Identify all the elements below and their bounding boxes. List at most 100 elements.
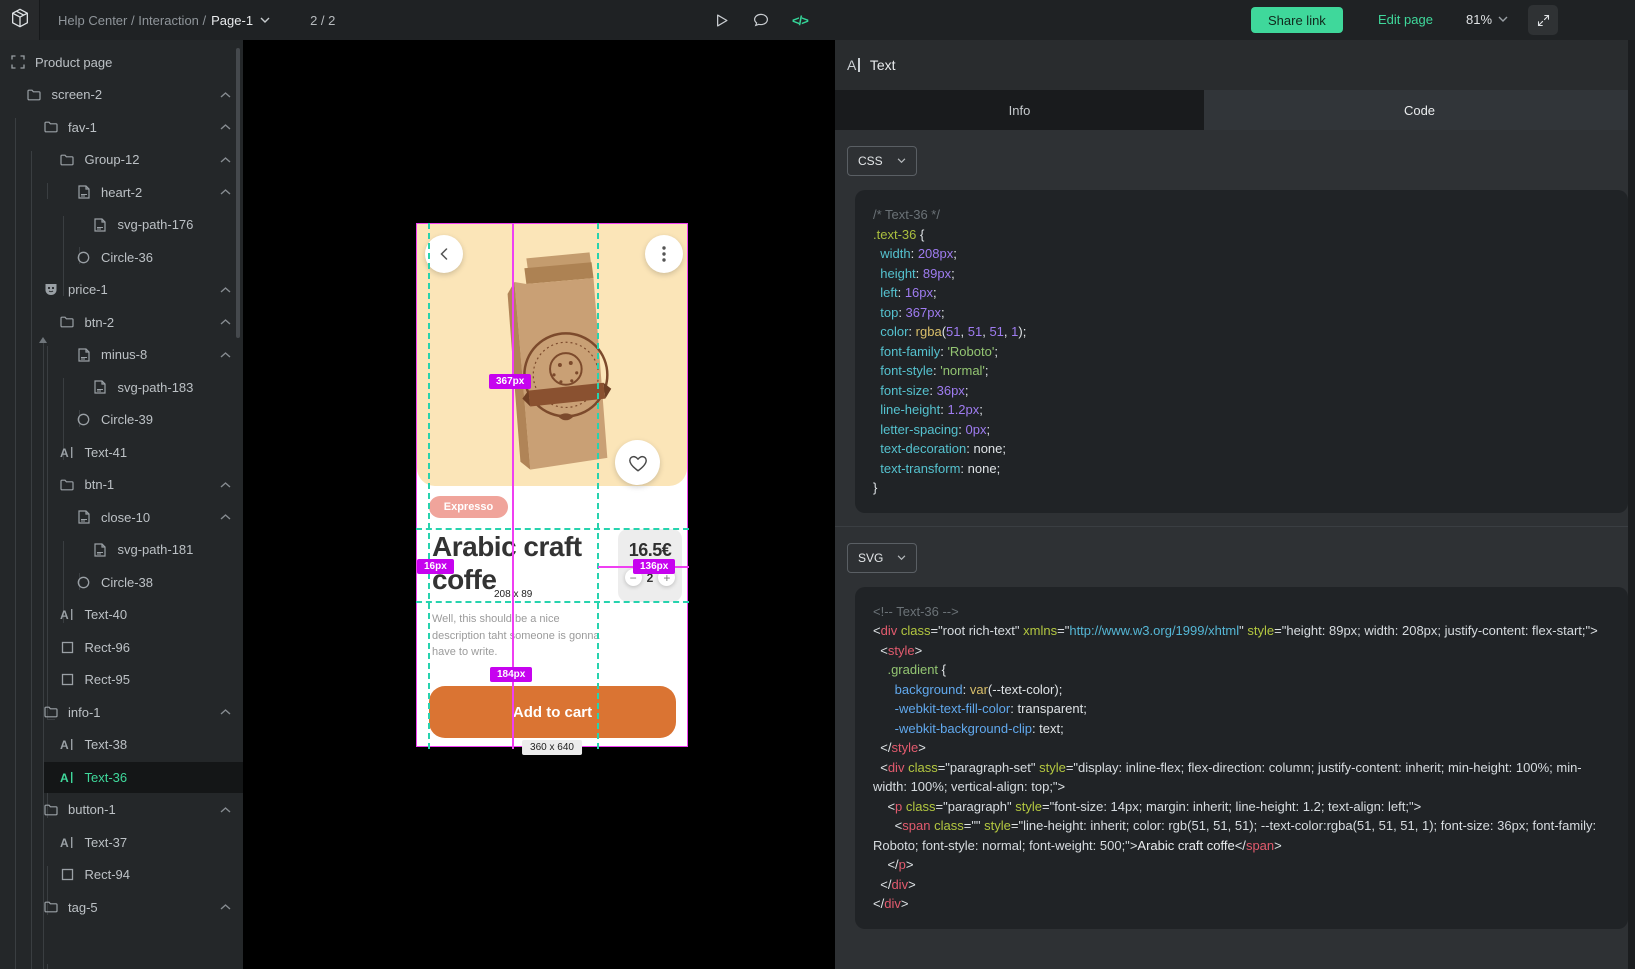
folder-layer-icon bbox=[43, 802, 58, 817]
breadcrumb-current-page: Page-1 bbox=[211, 13, 253, 28]
toolbar-icons: </> bbox=[713, 0, 808, 40]
frame-layer-icon bbox=[10, 55, 25, 70]
rect-layer-icon bbox=[60, 867, 75, 882]
code-line: left: 16px; bbox=[873, 283, 1610, 303]
circle-layer-icon bbox=[76, 575, 91, 590]
layer-item-Product page[interactable]: Product page bbox=[0, 46, 243, 79]
layer-item-button-1[interactable]: button-1 bbox=[0, 794, 243, 827]
svgfile-layer-icon bbox=[93, 380, 108, 395]
layer-item-screen-2[interactable]: screen-2 bbox=[0, 79, 243, 112]
chevron-up-icon[interactable] bbox=[220, 481, 231, 488]
svg-text:A: A bbox=[60, 446, 69, 459]
text-layer-icon: A bbox=[847, 57, 860, 73]
chevron-up-icon[interactable] bbox=[220, 904, 231, 911]
section-divider bbox=[835, 526, 1635, 527]
chevron-up-icon[interactable] bbox=[220, 319, 231, 326]
layer-item-Text-36[interactable]: AText-36 bbox=[0, 761, 243, 794]
design-canvas[interactable]: Expresso Arabic craft coffe 208 x 89 16.… bbox=[243, 40, 835, 969]
layer-label: Text-41 bbox=[85, 445, 128, 460]
tab-code[interactable]: Code bbox=[1204, 90, 1635, 130]
favorite-button[interactable] bbox=[615, 440, 660, 485]
code-line: </style> bbox=[873, 738, 1610, 758]
sidebar-scrollbar[interactable] bbox=[236, 48, 240, 338]
layer-item-Text-41[interactable]: A Text-41 bbox=[0, 436, 243, 469]
code-line: <style> bbox=[873, 641, 1610, 661]
kebab-menu-icon bbox=[662, 246, 666, 262]
chevron-up-icon[interactable] bbox=[220, 124, 231, 131]
chevron-up-icon[interactable] bbox=[220, 91, 231, 98]
more-menu-button[interactable] bbox=[645, 235, 683, 273]
code-line: height: 89px; bbox=[873, 264, 1610, 284]
measure-label-top: 367px bbox=[489, 374, 531, 389]
chevron-up-icon[interactable] bbox=[220, 156, 231, 163]
chevron-left-icon bbox=[439, 246, 449, 262]
product-tag-badge[interactable]: Expresso bbox=[429, 496, 508, 518]
fullscreen-button[interactable] bbox=[1528, 5, 1558, 35]
layer-item-Text-37[interactable]: AText-37 bbox=[0, 826, 243, 859]
svgfile-layer-icon bbox=[93, 217, 108, 232]
layer-item-svg-path-176[interactable]: svg-path-176 bbox=[0, 209, 243, 242]
chevron-up-icon[interactable] bbox=[220, 514, 231, 521]
layer-item-Rect-96[interactable]: Rect-96 bbox=[0, 631, 243, 664]
layer-item-Circle-39[interactable]: Circle-39 bbox=[0, 404, 243, 437]
layer-item-tag-5[interactable]: tag-5 bbox=[0, 891, 243, 924]
layer-item-Rect-94[interactable]: Rect-94 bbox=[0, 859, 243, 892]
circle-layer-icon bbox=[76, 250, 91, 265]
zoom-level-control[interactable]: 81% bbox=[1466, 12, 1508, 27]
chevron-up-icon[interactable] bbox=[220, 351, 231, 358]
layer-item-svg-path-183[interactable]: svg-path-183 bbox=[0, 371, 243, 404]
code-line: </div> bbox=[873, 894, 1610, 914]
layer-item-close-10[interactable]: close-10 bbox=[0, 501, 243, 534]
app-logo[interactable] bbox=[0, 0, 40, 40]
code-line: -webkit-background-clip: text; bbox=[873, 719, 1610, 739]
frame-dimensions-label: 360 x 640 bbox=[522, 740, 582, 755]
chevron-down-icon[interactable] bbox=[260, 17, 270, 24]
product-title[interactable]: Arabic craft coffe bbox=[432, 531, 597, 597]
comment-icon[interactable] bbox=[752, 11, 770, 29]
layer-item-heart-2[interactable]: heart-2 bbox=[0, 176, 243, 209]
layer-item-Circle-38[interactable]: Circle-38 bbox=[0, 566, 243, 599]
screen-frame[interactable]: Expresso Arabic craft coffe 208 x 89 16.… bbox=[416, 223, 688, 747]
chevron-up-icon[interactable] bbox=[220, 709, 231, 716]
svgfile-layer-icon bbox=[76, 510, 91, 525]
tab-info[interactable]: Info bbox=[835, 90, 1204, 130]
product-price: 16.5€ bbox=[618, 540, 682, 561]
layer-item-btn-1[interactable]: btn-1 bbox=[0, 469, 243, 502]
svgfile-layer-icon bbox=[93, 542, 108, 557]
layer-item-Text-38[interactable]: AText-38 bbox=[0, 729, 243, 762]
layer-item-Group-12[interactable]: Group-12 bbox=[0, 144, 243, 177]
share-link-button[interactable]: Share link bbox=[1251, 7, 1343, 33]
back-button[interactable] bbox=[425, 235, 463, 273]
layer-label: tag-5 bbox=[68, 900, 98, 915]
cube-logo-icon bbox=[9, 7, 31, 34]
css-format-dropdown[interactable]: CSS bbox=[847, 146, 917, 176]
layer-label: Circle-39 bbox=[101, 412, 153, 427]
layer-label: Text-38 bbox=[85, 737, 128, 752]
layer-item-fav-1[interactable]: fav-1 bbox=[0, 111, 243, 144]
play-icon[interactable] bbox=[713, 12, 730, 29]
product-image-coffee-bag bbox=[475, 242, 633, 491]
edit-page-link[interactable]: Edit page bbox=[1378, 12, 1433, 27]
svg-format-dropdown[interactable]: SVG bbox=[847, 543, 917, 573]
layer-item-svg-path-181[interactable]: svg-path-181 bbox=[0, 534, 243, 567]
code-view-icon[interactable]: </> bbox=[792, 13, 808, 28]
chevron-up-icon[interactable] bbox=[220, 189, 231, 196]
code-line: <div class="paragraph-set" style="displa… bbox=[873, 758, 1610, 797]
topbar: Help Center / Interaction / Page-1 2 / 2… bbox=[0, 0, 1635, 40]
add-to-cart-button[interactable]: Add to cart bbox=[429, 686, 676, 738]
svg-code-block[interactable]: <!-- Text-36 --><div class="root rich-te… bbox=[855, 587, 1628, 929]
layer-item-btn-2[interactable]: btn-2 bbox=[0, 306, 243, 339]
css-code-block[interactable]: /* Text-36 */.text-36 { width: 208px; he… bbox=[855, 190, 1628, 513]
layer-item-minus-8[interactable]: minus-8 bbox=[0, 339, 243, 372]
layer-item-price-1[interactable]: price-1 bbox=[0, 274, 243, 307]
chevron-up-icon[interactable] bbox=[220, 286, 231, 293]
code-line: } bbox=[873, 478, 1610, 498]
chevron-up-icon[interactable] bbox=[220, 806, 231, 813]
layer-item-Circle-36[interactable]: Circle-36 bbox=[0, 241, 243, 274]
breadcrumb[interactable]: Help Center / Interaction / Page-1 bbox=[58, 13, 270, 28]
layer-item-Rect-95[interactable]: Rect-95 bbox=[0, 664, 243, 697]
layer-item-Text-40[interactable]: AText-40 bbox=[0, 599, 243, 632]
layer-item-info-1[interactable]: info-1 bbox=[0, 696, 243, 729]
layer-label: fav-1 bbox=[68, 120, 97, 135]
mask-layer-icon bbox=[43, 282, 58, 297]
